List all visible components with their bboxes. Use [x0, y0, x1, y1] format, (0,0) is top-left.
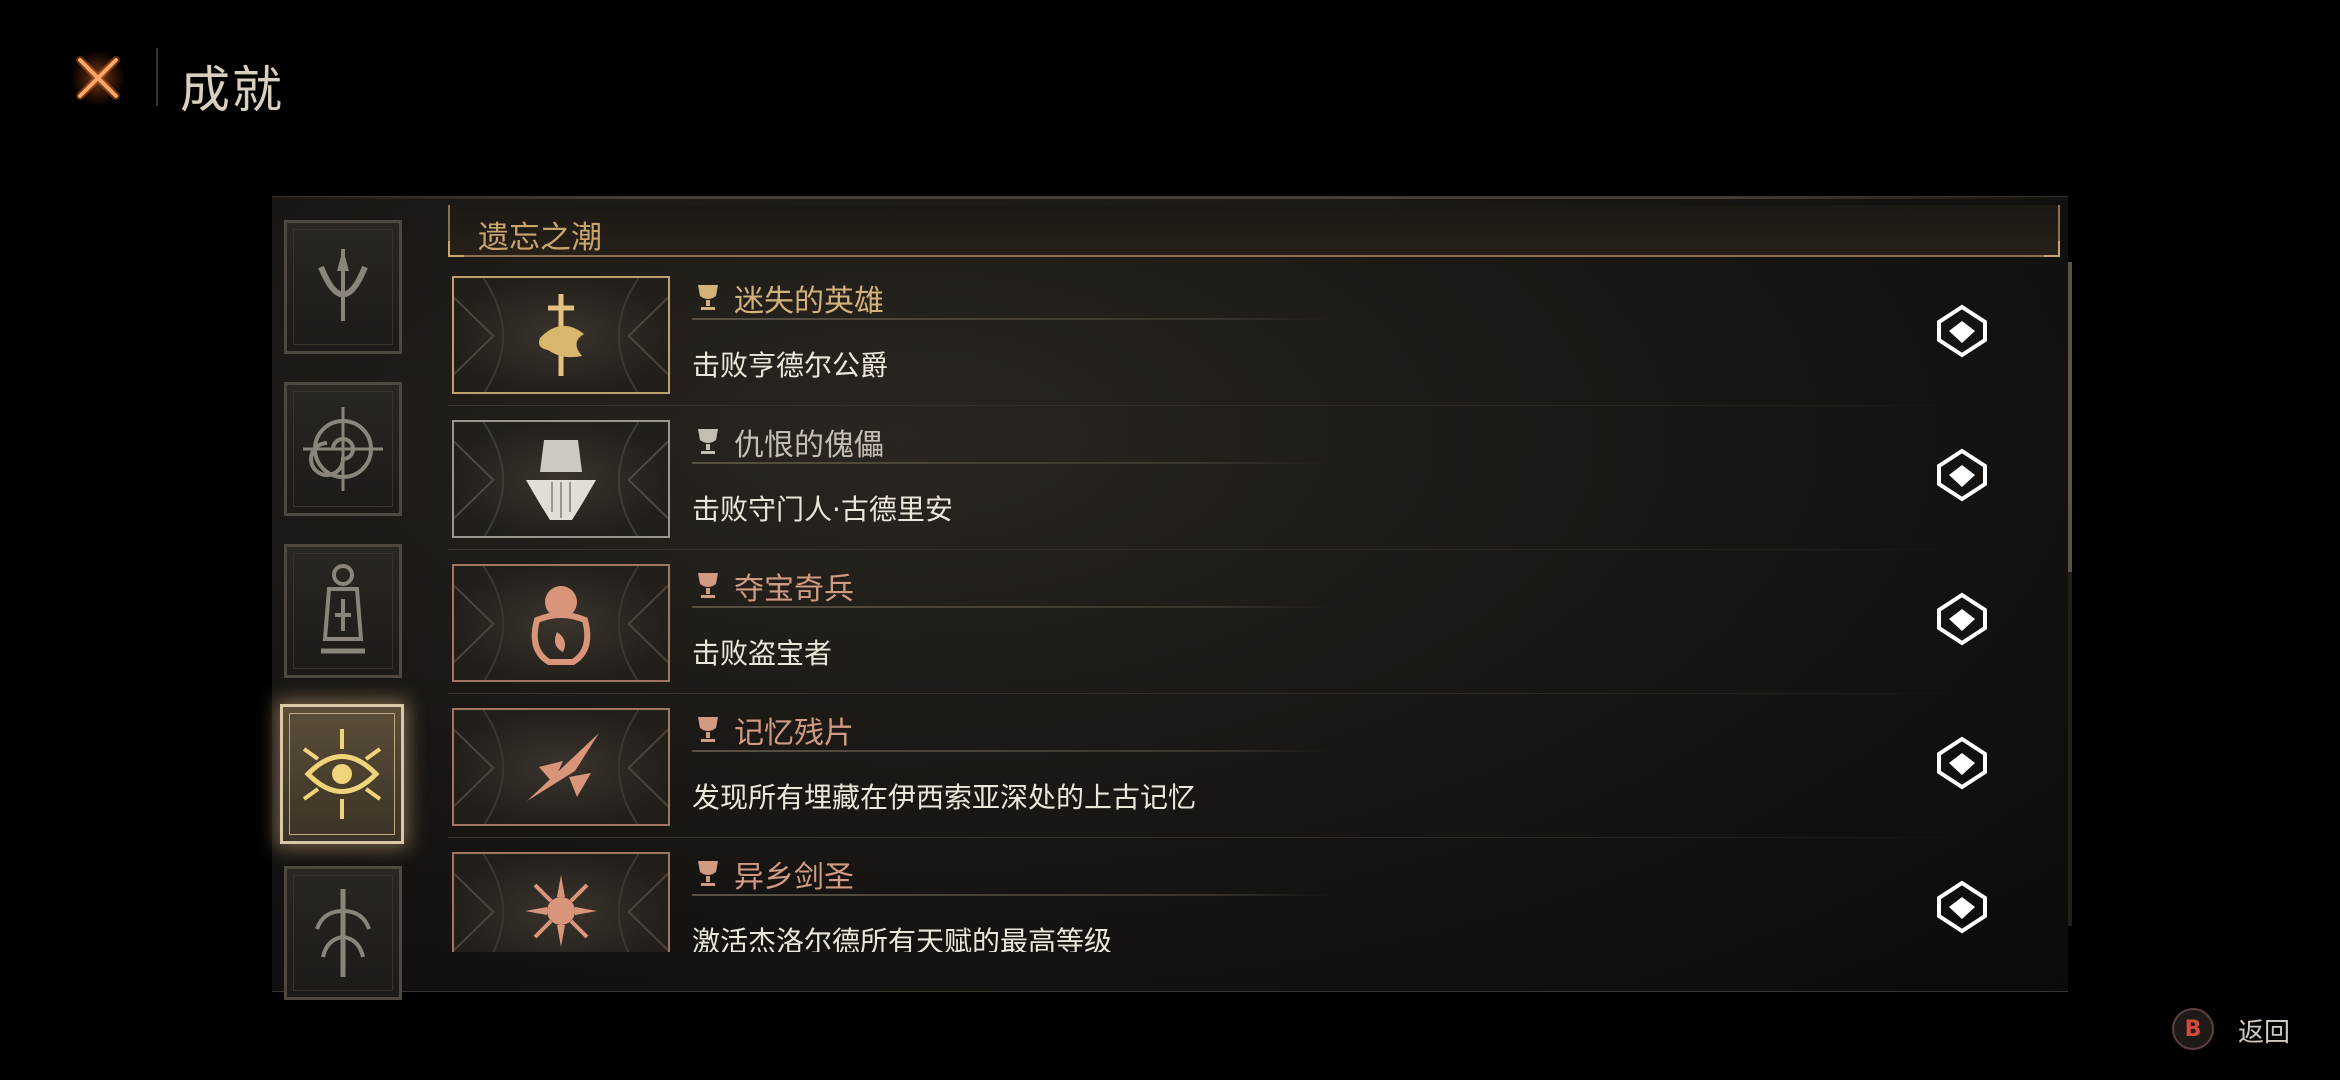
title-underline: [692, 318, 1332, 320]
crossed-swords-icon: [70, 50, 126, 106]
achievement-item[interactable]: 异乡剑圣 激活杰洛尔德所有天赋的最高等级: [448, 838, 2048, 952]
category-tab-5[interactable]: [284, 866, 402, 1000]
unlocked-emblem-icon: [1937, 304, 1987, 358]
achievement-thumbnail: [452, 276, 670, 394]
scrollbar-thumb[interactable]: [2068, 262, 2072, 572]
achievement-description: 激活杰洛尔德所有天赋的最高等级: [692, 925, 1113, 952]
radiant-eye-icon: [302, 729, 382, 819]
spiked-sun-icon: [525, 875, 597, 947]
title-underline: [692, 894, 1332, 896]
achievement-thumbnail: [452, 420, 670, 538]
achievement-title: 异乡剑圣: [734, 860, 854, 895]
spiral-compass-icon: [303, 407, 383, 491]
category-tab-3[interactable]: [284, 544, 402, 678]
category-tab-1[interactable]: [284, 220, 402, 354]
achievement-thumbnail: [452, 852, 670, 952]
achievement-description: 发现所有埋藏在伊西索亚深处的上古记忆: [692, 781, 1197, 814]
back-label[interactable]: 返回: [2238, 1012, 2290, 1049]
unlocked-emblem-icon: [1937, 736, 1987, 790]
bearded-golem-icon: [526, 440, 596, 520]
achievement-description: 击败守门人·古德里安: [692, 493, 953, 526]
sword-dragon-icon: [539, 294, 584, 376]
shards-icon: [527, 733, 599, 801]
achievement-description: 击败亨德尔公爵: [692, 349, 889, 382]
section-header: 遗忘之潮: [448, 205, 2060, 257]
achievement-description: 击败盗宝者: [692, 637, 833, 670]
section-title: 遗忘之潮: [478, 220, 602, 256]
achievement-item[interactable]: 仇恨的傀儡 击败守门人·古德里安: [448, 406, 2048, 550]
trophy-icon: [698, 573, 718, 598]
unlocked-emblem-icon: [1937, 880, 1987, 934]
trophy-icon: [698, 429, 718, 454]
crescent-spire-icon: [318, 249, 368, 321]
header-divider: [156, 48, 158, 106]
achievement-thumbnail: [452, 708, 670, 826]
treasure-bag-icon: [531, 586, 591, 665]
category-tab-4[interactable]: [280, 704, 404, 844]
lantern-icon: [321, 564, 365, 654]
title-underline: [692, 606, 1332, 608]
achievement-list: 迷失的英雄 击败亨德尔公爵 仇恨的傀儡 击败守门人·古德里安 夺宝奇兵 击败盗宝…: [448, 262, 2048, 952]
page-title: 成就: [180, 61, 284, 119]
title-underline: [692, 462, 1332, 464]
b-button-icon[interactable]: B: [2172, 1008, 2214, 1050]
trophy-icon: [698, 717, 718, 742]
achievement-title: 夺宝奇兵: [734, 572, 854, 607]
trophy-icon: [698, 861, 718, 886]
achievement-item[interactable]: 夺宝奇兵 击败盗宝者: [448, 550, 2048, 694]
category-tab-2[interactable]: [284, 382, 402, 516]
achievement-title: 记忆残片: [734, 716, 854, 751]
trophy-icon: [698, 285, 718, 310]
achievement-title: 迷失的英雄: [734, 284, 884, 319]
title-underline: [692, 750, 1332, 752]
scrollbar[interactable]: [2068, 262, 2072, 926]
unlocked-emblem-icon: [1937, 592, 1987, 646]
tree-glyph-icon: [315, 889, 371, 977]
unlocked-emblem-icon: [1937, 448, 1987, 502]
achievement-title: 仇恨的傀儡: [734, 428, 884, 463]
achievement-thumbnail: [452, 564, 670, 682]
achievement-item[interactable]: 迷失的英雄 击败亨德尔公爵: [448, 262, 2048, 406]
achievement-item[interactable]: 记忆残片 发现所有埋藏在伊西索亚深处的上古记忆: [448, 694, 2048, 838]
